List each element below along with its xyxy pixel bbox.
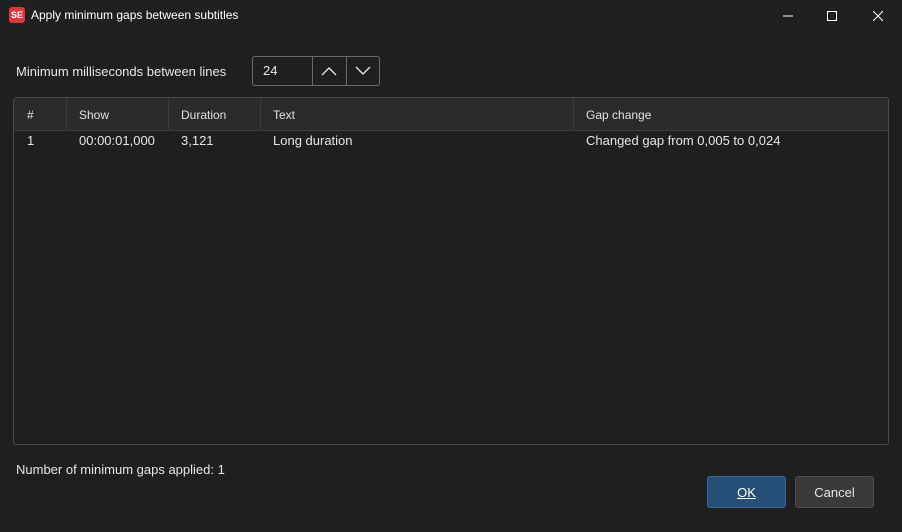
maximize-button[interactable]: [809, 0, 855, 31]
cancel-button-label: Cancel: [814, 485, 855, 500]
min-gap-stepper[interactable]: 24: [252, 56, 380, 86]
minimize-button[interactable]: [765, 0, 811, 31]
cell-gap-change: Changed gap from 0,005 to 0,024: [586, 133, 781, 148]
column-header-gap-change[interactable]: Gap change: [574, 98, 888, 130]
decrement-button[interactable]: [347, 57, 379, 85]
increment-button[interactable]: [313, 57, 347, 85]
min-gap-input[interactable]: 24: [253, 57, 314, 85]
cell-text: Long duration: [273, 133, 353, 148]
maximize-icon: [827, 10, 837, 21]
chevron-up-icon: [321, 67, 337, 76]
column-header-text[interactable]: Text: [261, 98, 574, 130]
close-button[interactable]: [855, 0, 901, 31]
column-header-number[interactable]: #: [14, 98, 67, 130]
cell-show: 00:00:01,000: [79, 133, 155, 148]
gaps-table[interactable]: # Show Duration Text Gap change 1 00:00:…: [13, 97, 889, 445]
ok-button[interactable]: OK: [707, 476, 786, 508]
cell-duration: 3,121: [181, 133, 214, 148]
min-gap-label: Minimum milliseconds between lines: [16, 64, 227, 79]
chevron-down-icon: [355, 66, 371, 75]
close-icon: [873, 10, 883, 21]
table-row[interactable]: 1 00:00:01,000 3,121 Long duration Chang…: [14, 130, 888, 152]
title-bar: SE Apply minimum gaps between subtitles: [0, 0, 902, 31]
status-text: Number of minimum gaps applied: 1: [16, 462, 225, 477]
minimize-icon: [783, 15, 793, 16]
column-header-show[interactable]: Show: [67, 98, 169, 130]
app-icon: SE: [9, 7, 25, 23]
ok-button-label: OK: [737, 485, 756, 500]
cancel-button[interactable]: Cancel: [795, 476, 874, 508]
column-header-duration[interactable]: Duration: [169, 98, 261, 130]
window-title: Apply minimum gaps between subtitles: [31, 8, 239, 22]
table-header: # Show Duration Text Gap change: [14, 98, 888, 131]
cell-number: 1: [27, 133, 35, 148]
